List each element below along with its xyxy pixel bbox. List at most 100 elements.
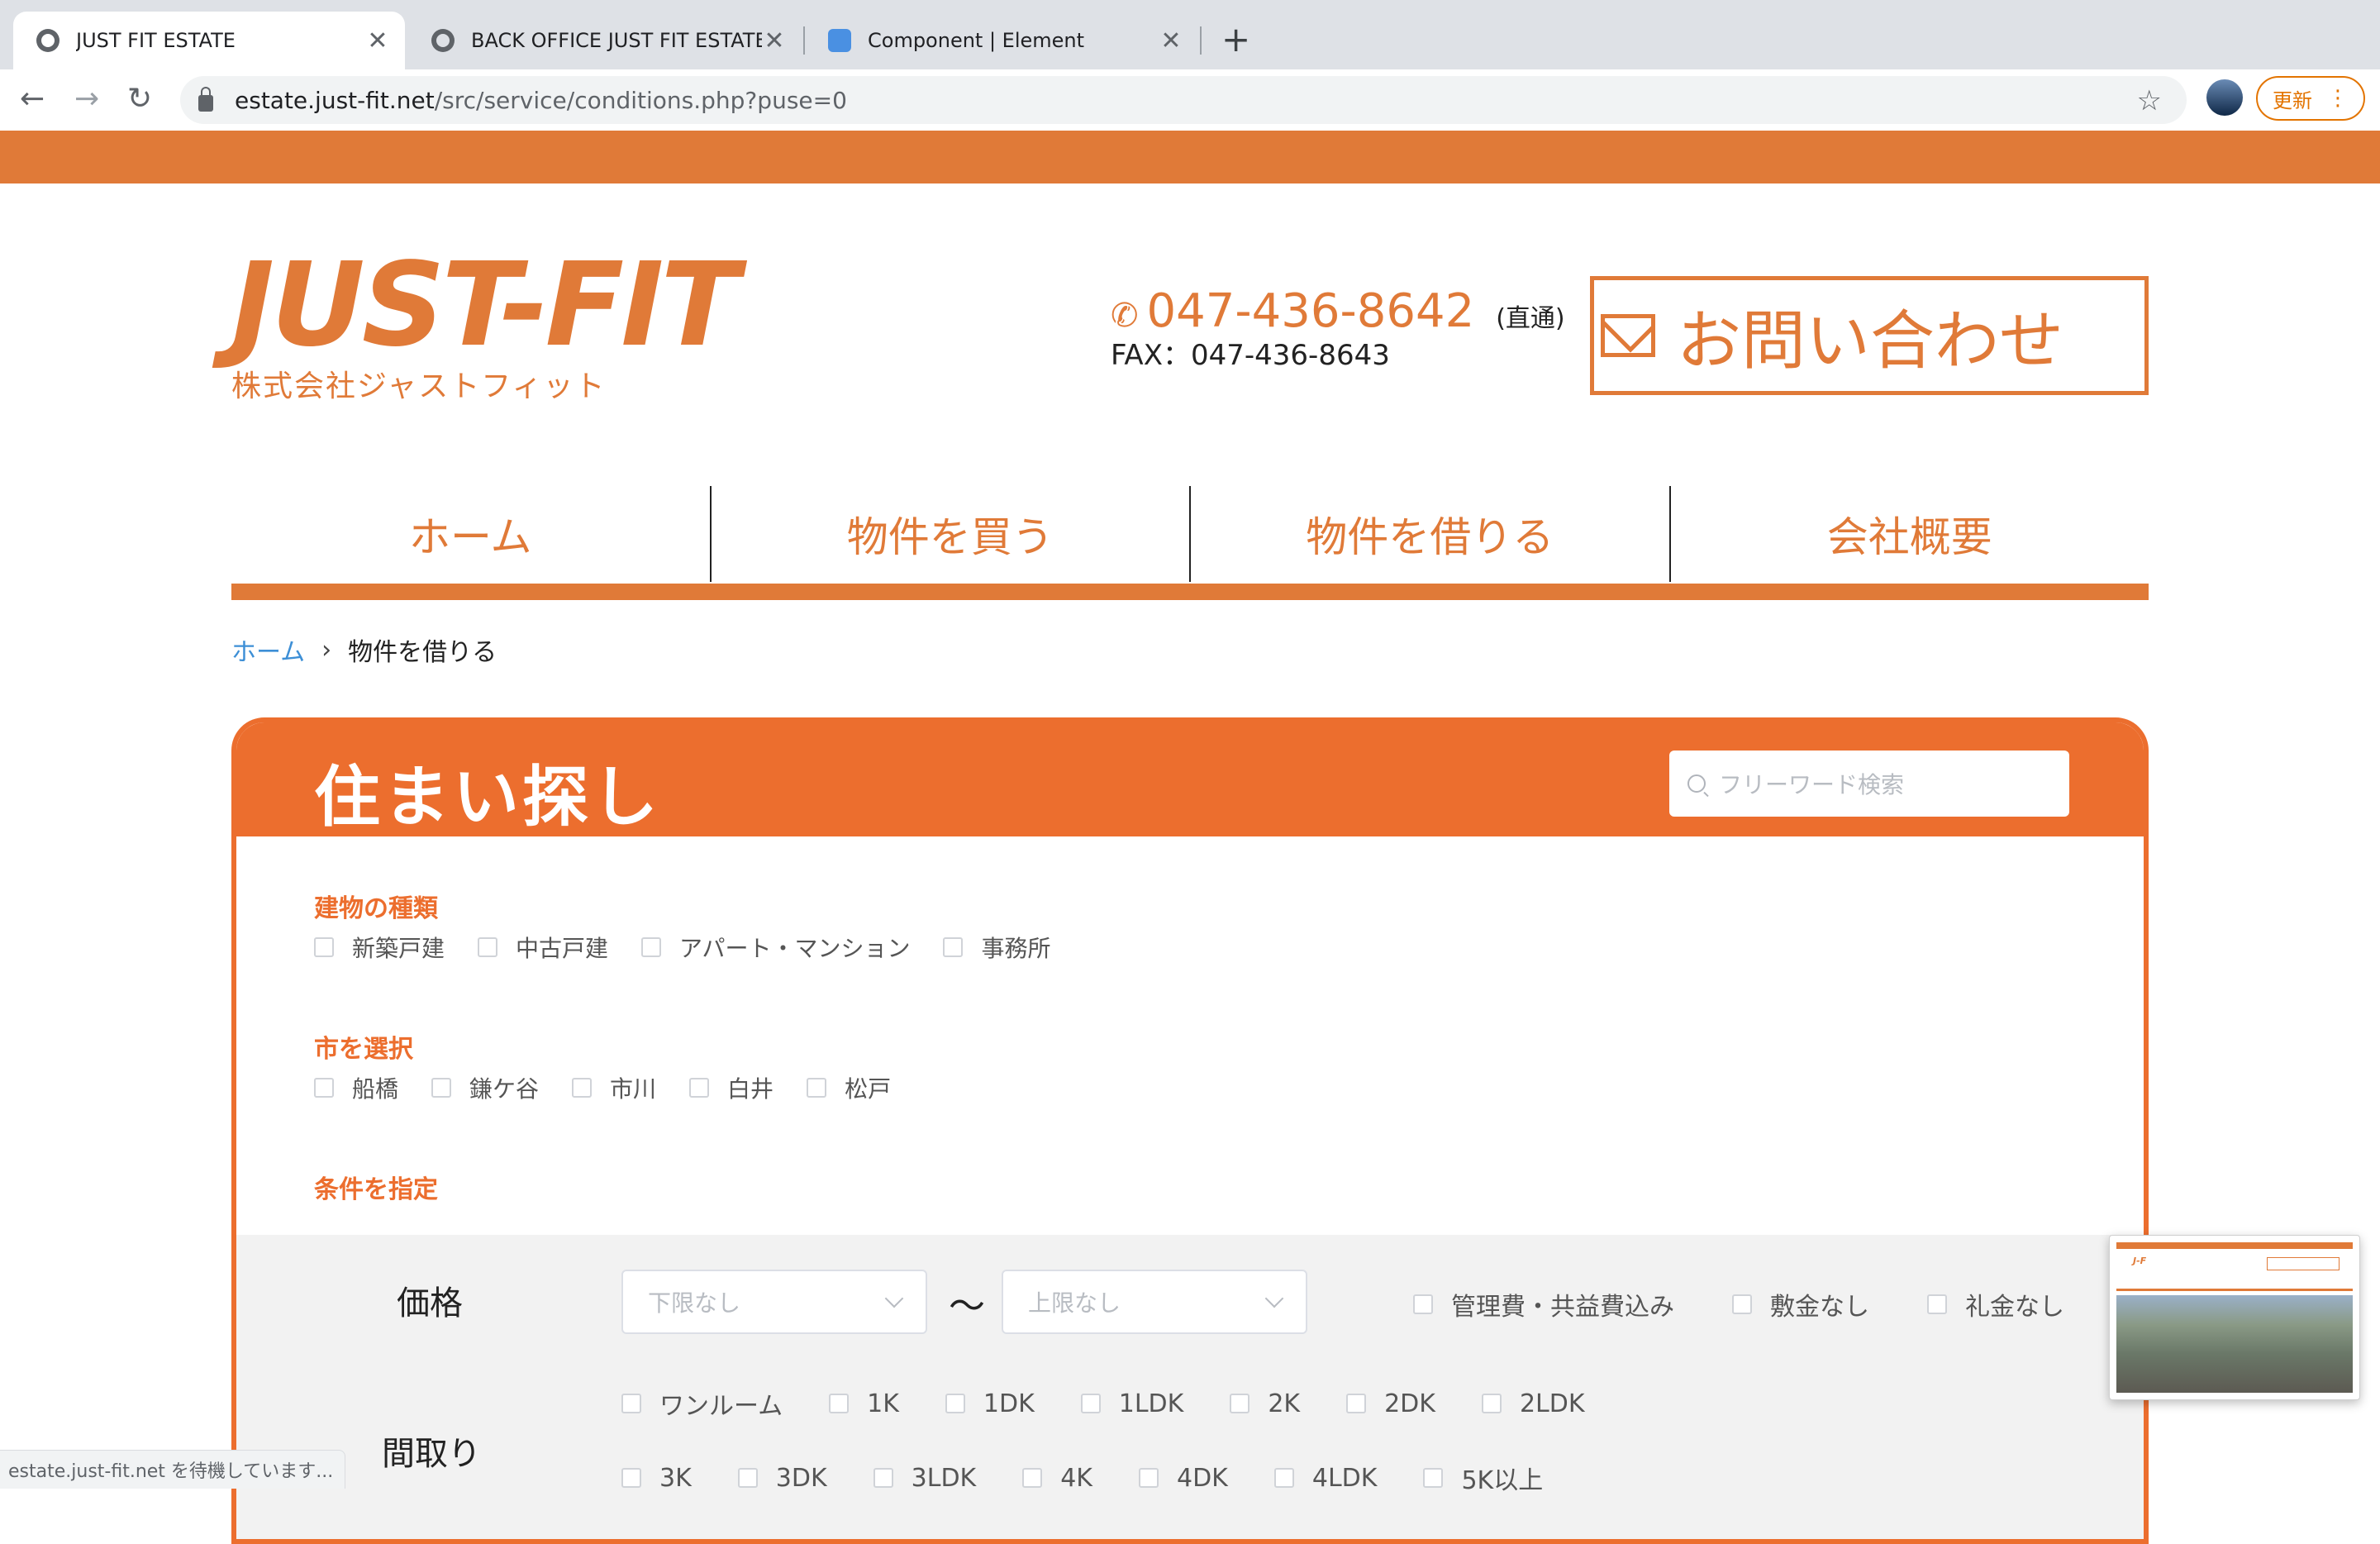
profile-avatar[interactable]	[2206, 79, 2243, 116]
checkbox-layout-2ldk[interactable]: 2LDK	[1481, 1389, 1585, 1418]
address-bar[interactable]: estate.just-fit.net/src/service/conditio…	[180, 76, 2187, 124]
checkbox-no-deposit[interactable]: 敷金なし	[1732, 1286, 1869, 1322]
breadcrumb-home-link[interactable]: ホーム	[231, 631, 305, 668]
checkbox-box[interactable]	[621, 1394, 641, 1413]
url-path: /src/service/conditions.php?puse=0	[434, 86, 847, 114]
nav-item-rent[interactable]: 物件を借りる	[1191, 486, 1671, 582]
status-bubble: estate.just-fit.net を待機しています...	[0, 1450, 346, 1489]
checkbox-label: 2DK	[1384, 1389, 1435, 1418]
checkbox-layout-4dk[interactable]: 4DK	[1138, 1464, 1228, 1493]
menu-dots-icon: ⋮	[2327, 86, 2349, 111]
checkbox-city-kamagaya[interactable]: 鎌ケ谷	[431, 1071, 539, 1104]
checkbox-box[interactable]	[572, 1078, 593, 1098]
update-label: 更新	[2273, 88, 2312, 112]
checkbox-box[interactable]	[314, 937, 334, 957]
checkbox-building-used-house[interactable]: 中古戸建	[478, 931, 608, 964]
city-options: 船橋 鎌ケ谷 市川 白井 松戸	[314, 1071, 891, 1104]
checkbox-layout-1k[interactable]: 1K	[829, 1389, 899, 1418]
checkbox-box[interactable]	[1481, 1394, 1502, 1413]
checkbox-box[interactable]	[1138, 1468, 1159, 1488]
url-text: estate.just-fit.net/src/service/conditio…	[235, 87, 847, 114]
close-icon[interactable]: ✕	[1159, 26, 1183, 55]
checkbox-layout-5k-plus[interactable]: 5K以上	[1423, 1460, 1543, 1496]
checkbox-box[interactable]	[1346, 1394, 1367, 1413]
checkbox-building-new-house[interactable]: 新築戸建	[314, 931, 445, 964]
close-icon[interactable]: ✕	[762, 26, 787, 55]
global-nav: ホーム 物件を買う 物件を借りる 会社概要	[231, 486, 2149, 582]
checkbox-layout-3k[interactable]: 3K	[621, 1464, 692, 1493]
site-logo[interactable]: JUST-FIT 株式会社ジャストフィット	[231, 248, 740, 405]
checkbox-layout-2dk[interactable]: 2DK	[1346, 1389, 1435, 1418]
bookmark-star-icon[interactable]: ☆	[2137, 84, 2162, 117]
checkbox-label: 白井	[727, 1075, 774, 1103]
checkbox-box[interactable]	[1273, 1468, 1294, 1488]
reload-button[interactable]: ↻	[127, 83, 152, 116]
checkbox-box[interactable]	[1080, 1394, 1101, 1413]
nav-item-buy[interactable]: 物件を買う	[712, 486, 1191, 582]
checkbox-city-shiroi[interactable]: 白井	[689, 1071, 774, 1104]
checkbox-city-funabashi[interactable]: 船橋	[314, 1071, 398, 1104]
checkbox-box[interactable]	[873, 1468, 893, 1488]
checkbox-city-ichikawa[interactable]: 市川	[572, 1071, 656, 1104]
layout-options-row1: ワンルーム 1K 1DK 1LDK 2K 2DK 2LDK	[621, 1385, 1585, 1422]
checkbox-city-matsudo[interactable]: 松戸	[807, 1071, 891, 1104]
checkbox-layout-2k[interactable]: 2K	[1230, 1389, 1300, 1418]
checkbox-layout-1ldk[interactable]: 1LDK	[1080, 1389, 1183, 1418]
checkbox-box[interactable]	[431, 1078, 452, 1098]
tab-component-element[interactable]: Component | Element ✕	[805, 12, 1198, 69]
checkbox-box[interactable]	[314, 1078, 334, 1098]
url-host: estate.just-fit.net	[235, 86, 435, 114]
phone-number: ✆ 047-436-8642 (直通)	[1111, 284, 1565, 338]
checkbox-incl-management-fee[interactable]: 管理費・共益費込み	[1413, 1286, 1674, 1322]
nav-item-company[interactable]: 会社概要	[1671, 486, 2149, 582]
checkbox-box[interactable]	[945, 1394, 965, 1413]
checkbox-no-key-money[interactable]: 礼金なし	[1927, 1286, 2064, 1322]
checkbox-box[interactable]	[689, 1078, 710, 1098]
tab-just-fit-estate[interactable]: JUST FIT ESTATE ✕	[13, 12, 405, 69]
chevron-down-icon	[884, 1289, 904, 1308]
price-min-select[interactable]: 下限なし	[621, 1270, 927, 1334]
page-preview-thumbnail[interactable]: J-F	[2109, 1235, 2360, 1400]
price-max-select[interactable]: 上限なし	[1002, 1270, 1307, 1334]
city-select-title: 市を選択	[314, 1035, 413, 1064]
tab-back-office[interactable]: BACK OFFICE JUST FIT ESTATE ✕	[408, 12, 802, 69]
checkbox-box[interactable]	[829, 1394, 850, 1413]
checkbox-box[interactable]	[1732, 1294, 1752, 1314]
contact-button[interactable]: お問い合わせ	[1590, 276, 2149, 395]
back-button[interactable]: ←	[20, 83, 45, 116]
checkbox-box[interactable]	[807, 1078, 827, 1098]
forward-button[interactable]: →	[74, 83, 99, 116]
checkbox-box[interactable]	[621, 1468, 641, 1488]
layout-options-row2: 3K 3DK 3LDK 4K 4DK 4LDK 5K以上	[621, 1460, 1543, 1496]
checkbox-box[interactable]	[1230, 1394, 1250, 1413]
checkbox-box[interactable]	[1423, 1468, 1444, 1488]
preview-top-bar	[2116, 1242, 2353, 1249]
tab-title: Component | Element	[868, 29, 1085, 52]
free-word-search-input[interactable]: フリーワード検索	[1669, 751, 2069, 817]
checkbox-box[interactable]	[1413, 1294, 1433, 1314]
checkbox-label: 1DK	[983, 1389, 1035, 1418]
checkbox-box[interactable]	[478, 937, 498, 957]
close-icon[interactable]: ✕	[365, 26, 390, 55]
checkbox-building-office[interactable]: 事務所	[943, 931, 1051, 964]
checkbox-layout-1dk[interactable]: 1DK	[945, 1389, 1035, 1418]
checkbox-layout-4ldk[interactable]: 4LDK	[1273, 1464, 1377, 1493]
checkbox-layout-3dk[interactable]: 3DK	[737, 1464, 827, 1493]
chevron-down-icon	[1264, 1289, 1284, 1308]
checkbox-box[interactable]	[641, 937, 662, 957]
checkbox-building-apartment[interactable]: アパート・マンション	[641, 931, 910, 964]
checkbox-layout-4k[interactable]: 4K	[1022, 1464, 1092, 1493]
checkbox-layout-studio[interactable]: ワンルーム	[621, 1385, 783, 1422]
checkbox-box[interactable]	[943, 937, 964, 957]
checkbox-box[interactable]	[1927, 1294, 1947, 1314]
browser-toolbar: ← → ↻ estate.just-fit.net/src/service/co…	[0, 69, 2380, 131]
checkbox-box[interactable]	[737, 1468, 758, 1488]
checkbox-label: 2K	[1268, 1389, 1301, 1418]
new-tab-button[interactable]: +	[1221, 20, 1250, 60]
update-button[interactable]: 更新 ⋮	[2256, 76, 2365, 121]
checkbox-box[interactable]	[1022, 1468, 1043, 1488]
nav-item-home[interactable]: ホーム	[231, 486, 712, 582]
tel-number: 047-436-8642	[1146, 284, 1475, 338]
price-max-value: 上限なし	[1028, 1289, 1121, 1317]
checkbox-layout-3ldk[interactable]: 3LDK	[873, 1464, 976, 1493]
